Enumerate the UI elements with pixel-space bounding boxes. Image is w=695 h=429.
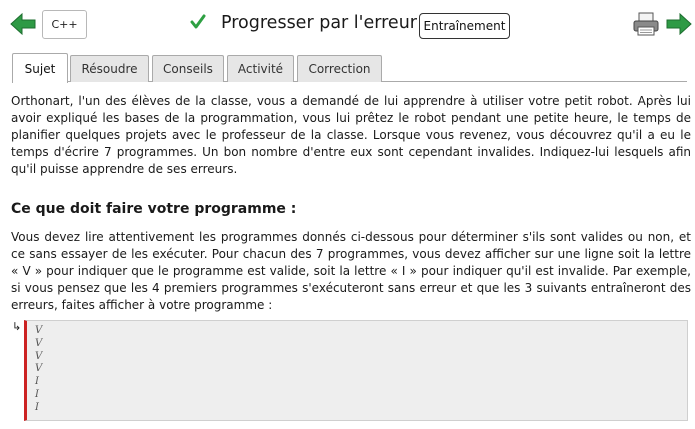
language-selector[interactable]: C++ bbox=[42, 10, 87, 39]
section-title: Ce que doit faire votre programme : bbox=[11, 201, 297, 217]
output-line: I bbox=[35, 401, 39, 413]
arrow-left-icon[interactable] bbox=[10, 13, 36, 35]
output-line: V bbox=[35, 337, 43, 349]
output-line: V bbox=[35, 363, 43, 375]
output-line: I bbox=[35, 388, 39, 400]
output-line: V bbox=[35, 350, 43, 362]
statement-intro: Orthonart, l'un des élèves de la classe,… bbox=[11, 94, 691, 176]
checkmark-icon bbox=[190, 13, 206, 31]
tab-sujet[interactable]: Sujet bbox=[12, 53, 68, 83]
tab-resoudre[interactable]: Résoudre bbox=[70, 55, 149, 82]
printer-icon[interactable] bbox=[633, 12, 659, 36]
mode-badge[interactable]: Entraînement bbox=[419, 13, 510, 39]
output-line: V bbox=[35, 325, 43, 336]
header: C++ Progresser par l'erreur Entraînement bbox=[0, 0, 695, 50]
tab-activite[interactable]: Activité bbox=[227, 55, 294, 82]
arrow-right-icon[interactable] bbox=[666, 13, 692, 35]
tab-correction[interactable]: Correction bbox=[297, 55, 382, 82]
output-line: I bbox=[35, 376, 39, 388]
tab-conseils[interactable]: Conseils bbox=[152, 55, 224, 82]
output-arrow-icon: ↳ bbox=[12, 320, 22, 333]
example-output-box: V V V V I I I bbox=[24, 320, 688, 421]
page-title: Progresser par l'erreur bbox=[221, 13, 417, 33]
tab-bar: Sujet Résoudre Conseils Activité Correct… bbox=[12, 53, 687, 83]
statement-task: Vous devez lire attentivement les progra… bbox=[11, 230, 691, 312]
